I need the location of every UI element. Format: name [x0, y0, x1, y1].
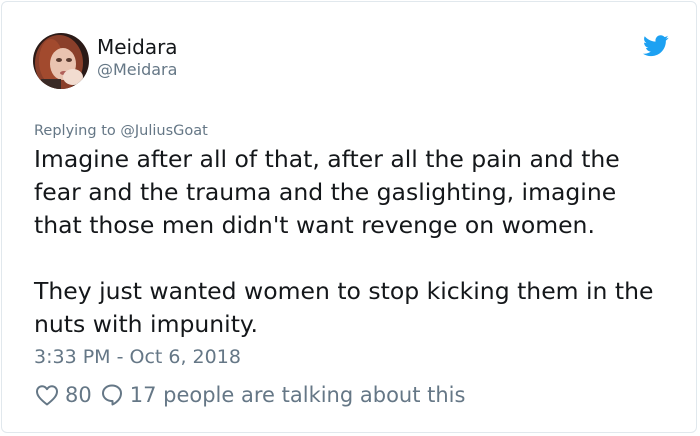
display-name[interactable]: Meidara [97, 34, 178, 60]
heart-icon[interactable] [35, 384, 59, 406]
tweet-card: Meidara @Meidara Replying to @JuliusGoat… [1, 1, 697, 433]
reply-prefix: Replying to [34, 123, 116, 139]
user-handle[interactable]: @Meidara [97, 60, 177, 80]
conversation-count[interactable]: 17 people are talking about this [130, 383, 466, 407]
reply-to-handle[interactable]: @JuliusGoat [120, 123, 207, 139]
tweet-footer: 80 17 people are talking about this [35, 381, 465, 409]
avatar[interactable] [33, 33, 89, 89]
tweet-timestamp[interactable]: 3:33 PM - Oct 6, 2018 [34, 345, 241, 369]
replying-to: Replying to @JuliusGoat [34, 121, 208, 141]
like-count[interactable]: 80 [65, 383, 92, 407]
tweet-paragraph: Imagine after all of that, after all the… [34, 145, 620, 239]
tweet-text: Imagine after all of that, after all the… [34, 143, 684, 341]
speech-bubble-icon[interactable] [100, 383, 124, 407]
avatar-image [33, 33, 89, 89]
twitter-bird-icon[interactable] [643, 35, 669, 57]
tweet-paragraph: They just wanted women to stop kicking t… [34, 277, 654, 338]
